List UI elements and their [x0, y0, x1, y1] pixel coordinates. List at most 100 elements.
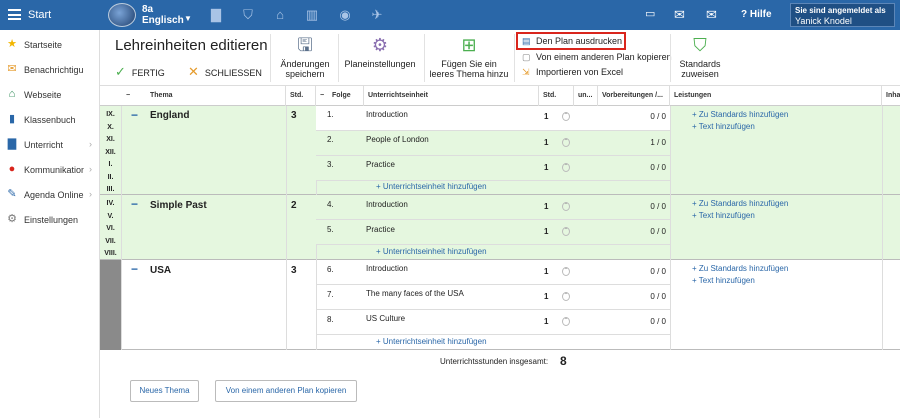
print-plan-button[interactable]: ▤ Den Plan ausdrucken	[522, 36, 622, 47]
add-standard-link[interactable]: + Zu Standards hinzufügen	[692, 264, 788, 273]
add-topic-button[interactable]: ⊞ Fügen Sie ein leeres Thema hinzu	[428, 34, 510, 79]
cast-icon[interactable]: ▭	[645, 7, 655, 20]
topic-name[interactable]: England	[150, 110, 189, 121]
stepper-icon[interactable]: ⌃	[562, 163, 570, 172]
add-unit-link[interactable]: + Unterrichtseinheit hinzufügen	[376, 247, 487, 256]
copy-from-plan-button[interactable]: Von einem anderen Plan kopieren	[215, 380, 357, 402]
stepper-icon[interactable]: ⌃	[562, 202, 570, 211]
unit-hours[interactable]: 1	[544, 112, 548, 121]
star-icon: ★	[7, 38, 17, 50]
header-achievements[interactable]: Leistungen	[670, 86, 882, 106]
header-un[interactable]: un...	[574, 86, 598, 106]
unit-title[interactable]: Introduction	[366, 264, 408, 273]
total-label: Unterrichtsstunden insgesamt:	[440, 357, 549, 366]
header-unit[interactable]: Unterrichtseinheit	[364, 86, 539, 106]
collapse-units-icon[interactable]: −	[316, 86, 328, 106]
sidebar-item-einstellungen[interactable]: ⚙ Einstellungen	[0, 207, 100, 232]
topic-hours[interactable]: 3	[291, 265, 297, 276]
shield-icon[interactable]: ⛉	[241, 8, 255, 21]
unit-preparations: 0 / 0	[650, 202, 666, 211]
chart-icon[interactable]: ▥	[305, 8, 319, 21]
add-text-link[interactable]: + Text hinzufügen	[692, 122, 755, 131]
unit-title[interactable]: Practice	[366, 160, 395, 169]
book-icon: ▮	[8, 113, 16, 125]
unit-hours[interactable]: 1	[544, 138, 548, 147]
divider	[670, 34, 671, 82]
topic-name[interactable]: USA	[150, 265, 171, 276]
unit-hours[interactable]: 1	[544, 292, 548, 301]
stepper-icon[interactable]: ⌃	[562, 227, 570, 236]
sidebar-item-label: Unterricht	[24, 140, 64, 150]
unit-title[interactable]: Introduction	[366, 200, 408, 209]
sidebar-item-benachrichtigungen[interactable]: ✉ Benachrichtigu...	[0, 57, 100, 82]
add-unit-link[interactable]: + Unterrichtseinheit hinzufügen	[376, 337, 487, 346]
stepper-icon[interactable]: ⌃	[562, 138, 570, 147]
page-title: Lehreinheiten editieren	[115, 37, 268, 54]
add-text-link[interactable]: + Text hinzufügen	[692, 276, 755, 285]
collapse-topic-icon[interactable]: −	[131, 108, 138, 122]
briefcase-icon[interactable]: ▇	[209, 8, 223, 21]
globe-icon[interactable]: ◉	[338, 8, 352, 21]
add-text-link[interactable]: + Text hinzufügen	[692, 211, 755, 220]
copy-plan-button[interactable]: ▢ Von einem anderen Plan kopieren	[522, 52, 672, 63]
add-unit-link[interactable]: + Unterrichtseinheit hinzufügen	[376, 182, 487, 191]
done-button[interactable]: ✓ FERTIG	[115, 64, 165, 80]
header-content[interactable]: Inha	[882, 86, 900, 106]
class-avatar[interactable]	[108, 3, 136, 27]
unit-hours[interactable]: 1	[544, 267, 548, 276]
sidebar-item-unterricht[interactable]: ▇ Unterricht ›	[0, 132, 100, 157]
sidebar-item-webseite[interactable]: ⌂ Webseite	[0, 82, 100, 107]
sidebar-item-label: Agenda Online	[24, 190, 84, 200]
sidebar-item-startseite[interactable]: ★ Startseite	[0, 32, 100, 57]
stepper-icon[interactable]: ⌃	[562, 317, 570, 326]
unit-hours[interactable]: 1	[544, 227, 548, 236]
sidebar-item-agenda-online[interactable]: ✎ Agenda Online ›	[0, 182, 100, 207]
unit-title[interactable]: People of London	[366, 135, 429, 144]
unit-preparations: 0 / 0	[650, 163, 666, 172]
topic-hours[interactable]: 2	[291, 200, 297, 211]
unit-number: 3.	[327, 160, 334, 169]
stepper-icon[interactable]: ⌃	[562, 292, 570, 301]
start-link[interactable]: Start	[28, 9, 51, 21]
chevron-down-icon[interactable]: ▼	[184, 14, 192, 23]
help-link[interactable]: ? Hilfe	[741, 9, 772, 20]
collapse-all-icon[interactable]: −	[122, 86, 130, 106]
stepper-icon[interactable]: ⌃	[562, 112, 570, 121]
plan-settings-button[interactable]: ⚙ Planeinstellungen	[342, 34, 418, 69]
unit-hours[interactable]: 1	[544, 163, 548, 172]
topic-name[interactable]: Simple Past	[150, 200, 207, 211]
sidebar-item-label: Webseite	[24, 90, 62, 100]
unit-title[interactable]: US Culture	[366, 314, 405, 323]
chat-icon[interactable]: ✉	[674, 7, 685, 23]
menu-icon[interactable]	[8, 9, 21, 20]
class-selector[interactable]: 8a Englisch	[142, 4, 184, 26]
collapse-topic-icon[interactable]: −	[131, 197, 138, 211]
month-label: XI.	[106, 136, 115, 143]
unit-title[interactable]: Introduction	[366, 110, 408, 119]
close-button[interactable]: ✕ SCHLIESSEN	[188, 64, 262, 80]
add-standard-link[interactable]: + Zu Standards hinzufügen	[692, 199, 788, 208]
header-unit-hours[interactable]: Std.	[539, 86, 574, 106]
unit-title[interactable]: Practice	[366, 225, 395, 234]
header-topic[interactable]: Thema	[146, 86, 286, 106]
user-box[interactable]: Sie sind angemeldet als Yanick Knodel	[790, 3, 895, 27]
collapse-topic-icon[interactable]: −	[131, 262, 138, 276]
unit-hours[interactable]: 1	[544, 202, 548, 211]
institution-icon[interactable]: ⌂	[273, 8, 287, 21]
assign-standards-button[interactable]: ⛉ Standards zuweisen	[674, 34, 726, 79]
unit-hours[interactable]: 1	[544, 317, 548, 326]
unit-title[interactable]: The many faces of the USA	[366, 289, 464, 298]
sidebar-item-kommunikation[interactable]: ● Kommunikation ›	[0, 157, 100, 182]
header-sequence[interactable]: Folge	[328, 86, 364, 106]
add-standard-link[interactable]: + Zu Standards hinzufügen	[692, 110, 788, 119]
new-topic-button[interactable]: Neues Thema	[130, 380, 199, 402]
sidebar-item-klassenbuch[interactable]: ▮ Klassenbuch	[0, 107, 100, 132]
stepper-icon[interactable]: ⌃	[562, 267, 570, 276]
import-excel-button[interactable]: ⇲ Importieren von Excel	[522, 67, 623, 78]
mail-icon[interactable]: ✉	[706, 7, 717, 23]
save-button[interactable]: 🖫 Änderungen speichern	[276, 34, 334, 79]
header-preparations[interactable]: Vorbereitungen /...	[598, 86, 670, 106]
header-hours[interactable]: Std.	[286, 86, 316, 106]
walker-icon[interactable]: ✈	[370, 8, 384, 21]
topic-hours[interactable]: 3	[291, 110, 297, 121]
